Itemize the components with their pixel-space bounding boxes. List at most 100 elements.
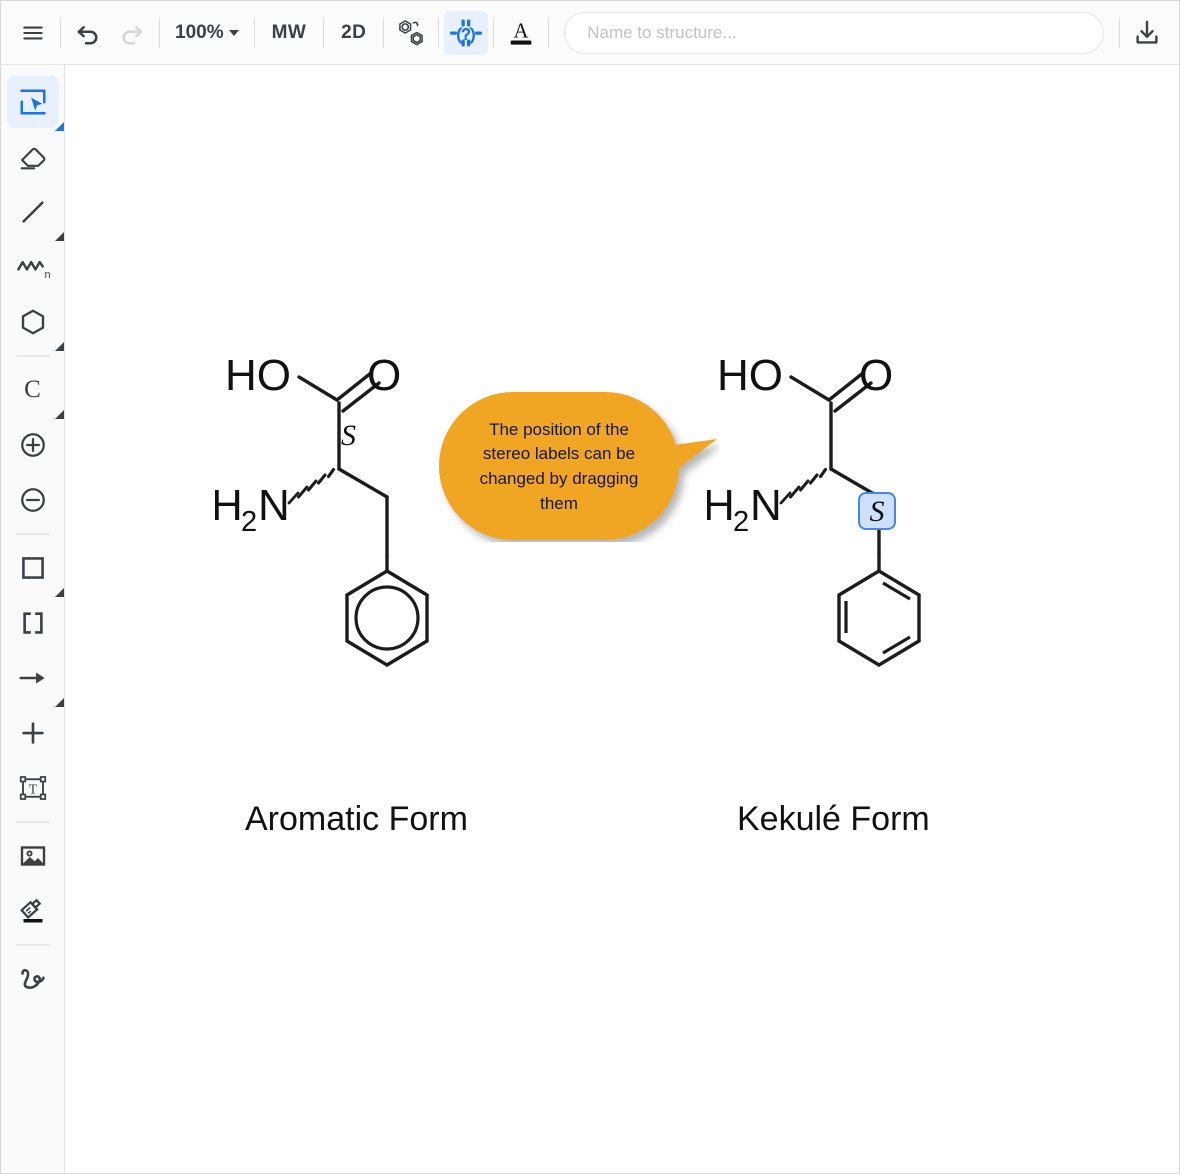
text-color-button[interactable]: A [499,11,543,55]
sidebar-item-carbon-atom-tool[interactable]: C [7,364,64,419]
left-tool-sidebar: n C [1,65,65,1173]
sidebar-item-freehand-tool[interactable] [7,953,59,1005]
toolbar-divider [383,17,385,48]
two-d-clean-button[interactable]: 2D [329,11,378,55]
callout-shape [439,392,717,540]
molecular-weight-button[interactable]: MW [260,11,319,55]
amine-n-label: N [750,481,782,530]
aromatize-kekulize-icon [399,19,424,45]
sidebar-item-select-tool[interactable] [6,76,64,131]
redo-icon [122,25,143,44]
caption-aromatic-form: Aromatic Form [245,800,468,838]
amine-h-label: H [215,481,243,530]
text-box-icon: T [19,776,46,800]
sidebar-divider [15,821,50,823]
atom-label-hydroxyl[interactable]: HO [225,351,291,400]
toolbar-divider [493,17,495,48]
sidebar-item-bond-tool[interactable] [7,186,64,241]
sidebar-divider [15,533,50,535]
submenu-indicator[interactable] [54,232,64,241]
hashed-wedge-bond [779,467,828,505]
top-toolbar: 100% MW 2D (?) A Name to structure... [1,1,1179,65]
toolbar-divider [253,17,255,48]
caption-kekule-form: Kekulé Form [737,800,930,838]
brackets-icon [22,612,43,634]
submenu-indicator[interactable] [54,588,64,597]
svg-text:(?): (?) [457,26,476,43]
sidebar-item-eraser-tool[interactable] [7,131,59,183]
paint-format-icon [19,898,42,923]
stereo-label-s-selected[interactable]: S [858,492,896,530]
hamburger-menu-icon [23,26,43,39]
sidebar-divider [15,355,50,357]
undo-button[interactable] [66,11,110,55]
atom-label-oxygen[interactable]: O [859,351,893,400]
stereo-flag-icon: (?) [450,19,483,46]
amine-subscript-label: 2 [241,506,257,538]
cursor-select-icon [20,89,45,115]
2d-label: 2D [341,21,367,43]
hamburger-menu-button[interactable] [11,11,55,55]
name-to-structure-input[interactable] [564,11,1104,54]
tooltip-callout[interactable]: The position of the stereo labels can be… [439,392,719,542]
sidebar-item-text-tool[interactable]: T [7,762,59,814]
structure-kekule-form[interactable]: HO O H 2 N S [707,345,997,685]
eraser-icon [20,147,45,170]
stereo-label-s[interactable]: S [341,419,356,452]
hashed-wedge-bond [287,467,336,505]
freehand-icon [20,968,45,989]
stereo-label-text: S [870,495,885,528]
sidebar-item-arrow-tool[interactable] [7,652,64,707]
sidebar-item-chain-tool[interactable]: n [7,241,59,293]
kekule-double-bonds [844,581,911,655]
toolbar-divider [60,17,61,48]
svg-text:A: A [514,20,529,42]
chevron-down-icon [228,29,239,36]
hexagon-icon [21,309,44,335]
sidebar-item-shape-tool[interactable] [7,542,64,597]
sidebar-item-plus-tool[interactable] [7,707,59,759]
atom-label-hydroxyl[interactable]: HO [717,351,783,400]
sidebar-item-format-painter-tool[interactable] [7,885,59,937]
submenu-indicator[interactable] [54,342,64,351]
sidebar-item-image-tool[interactable] [7,830,59,882]
sidebar-item-bracket-tool[interactable] [7,597,59,649]
stereo-flags-button[interactable]: (?) [444,10,489,55]
download-icon [1136,20,1158,44]
toolbar-divider [323,17,325,48]
svg-text:n: n [44,269,49,281]
sidebar-item-charge-minus-tool[interactable] [7,474,59,526]
application-window: 100% MW 2D (?) A Name to structure... C … [0,0,1180,1174]
undo-icon [77,25,98,44]
circle-plus-icon [20,433,45,457]
zoom-dropdown[interactable]: 100% [165,11,249,55]
aromatize-kekulize-button[interactable] [389,11,433,55]
toolbar-divider [1119,17,1120,48]
svg-text:T: T [28,782,37,797]
toolbar-divider [159,17,160,48]
sidebar-divider [15,944,50,946]
submenu-indicator[interactable] [54,698,64,707]
redo-button[interactable] [110,11,154,55]
chain-zigzag-icon: n [16,260,50,281]
amine-n-label: N [258,481,290,530]
plus-icon [21,722,44,744]
mw-label: MW [271,21,307,43]
toolbar-divider [438,17,440,48]
submenu-indicator[interactable] [54,122,64,131]
atom-label-oxygen[interactable]: O [367,351,401,400]
zoom-level-value: 100% [175,21,224,43]
atom-label-amine[interactable]: H 2 N [215,481,290,538]
text-color-a-icon: A [510,20,532,45]
sidebar-item-charge-plus-tool[interactable] [7,419,59,471]
carbon-atom-icon: C [24,376,41,403]
drawing-canvas[interactable]: HO O H 2 N S Aromatic Form HO O H 2 N S … [65,65,1179,1173]
submenu-indicator[interactable] [54,410,64,419]
image-icon [20,846,45,866]
bond-line-icon [21,201,44,223]
circle-minus-icon [20,488,45,512]
toolbar-divider [548,17,550,48]
sidebar-item-ring-tool[interactable] [7,296,64,351]
amine-subscript-label: 2 [733,506,749,538]
download-button[interactable] [1125,11,1169,55]
